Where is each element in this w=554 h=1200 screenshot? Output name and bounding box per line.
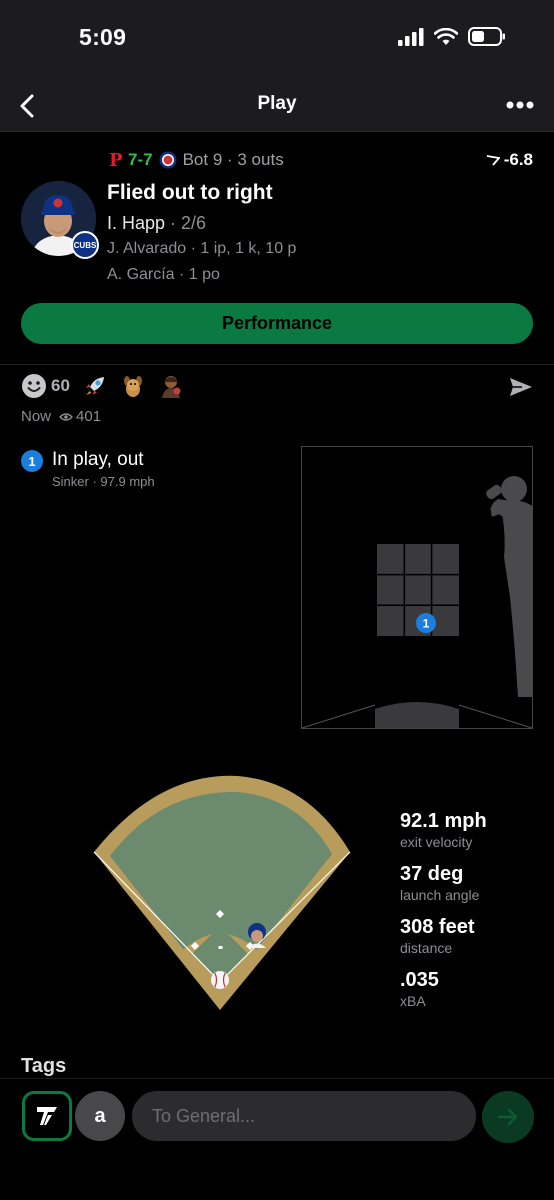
stat-value: 308 feet	[400, 916, 475, 938]
reaction-smile[interactable]: 60	[21, 373, 70, 399]
stat-label: xBA	[400, 993, 426, 1009]
stat-label: launch angle	[400, 887, 480, 903]
message-input[interactable]	[132, 1091, 476, 1141]
team-badge: CUBS	[71, 231, 99, 259]
stat-value: 92.1 mph	[400, 810, 487, 832]
eye-icon	[59, 412, 74, 421]
app-logo-button[interactable]	[22, 1091, 72, 1141]
svg-text:1: 1	[423, 617, 430, 631]
pitch-detail: Sinker · 97.9 mph	[52, 474, 155, 489]
status-time: 5:09	[79, 24, 127, 50]
post-meta: Now 401	[21, 408, 101, 425]
batter-line: I. Happ · 2/6	[107, 213, 206, 234]
pitch-marker: 1	[416, 613, 436, 633]
pitch-number-badge: 1	[21, 450, 43, 472]
reaction-rocket[interactable]	[82, 373, 108, 399]
stat-value: 37 deg	[400, 863, 464, 885]
stat-xba: .035 xBA	[400, 969, 439, 1009]
pitch-result: In play, out	[52, 449, 144, 470]
ellipsis-icon[interactable]	[506, 100, 534, 110]
strike-zone-panel[interactable]: 1	[301, 446, 534, 729]
inning-status: Bot 9 · 3 outs	[182, 150, 284, 169]
performance-button[interactable]: Performance	[21, 303, 533, 344]
reaction-dog[interactable]	[120, 373, 146, 399]
app-logo-icon	[37, 1107, 57, 1125]
send-button[interactable]	[482, 1091, 534, 1143]
fielder-line: A. García · 1 po	[107, 266, 220, 283]
status-bar: 5:09	[0, 0, 554, 80]
cellular-signal-icon	[398, 27, 424, 46]
strike-zone-graphic: 1	[301, 476, 534, 729]
reactions-bar: 60	[21, 373, 184, 399]
page-title: Play	[257, 93, 297, 114]
user-avatar-button[interactable]: a	[75, 1091, 125, 1141]
phillies-logo-icon: P	[109, 151, 122, 169]
divider	[0, 364, 554, 365]
stat-value: .035	[400, 969, 439, 991]
win-probability: -6.8	[486, 150, 533, 170]
view-count: 401	[59, 408, 101, 425]
svg-text:P: P	[109, 151, 122, 169]
post-time: Now	[21, 408, 52, 425]
battery-icon	[468, 27, 505, 46]
batter-silhouette-icon	[486, 476, 534, 697]
tags-header: Tags	[21, 1055, 67, 1077]
stat-distance: 308 feet distance	[400, 916, 475, 956]
reaction-count: 60	[51, 376, 70, 395]
smile-emoji-icon	[22, 374, 46, 398]
status-icons	[398, 27, 506, 46]
spray-chart	[88, 768, 356, 1013]
play-title: Flied out to right	[107, 181, 273, 204]
baseball-field-graphic	[93, 775, 351, 1010]
nav-bar: Play	[0, 80, 554, 132]
rocket-emoji-icon	[85, 377, 104, 395]
message-composer: a	[0, 1078, 554, 1200]
pitcher-line: J. Alvarado · 1 ip, 1 k, 10 p	[107, 240, 297, 257]
dog-emoji-icon	[123, 376, 142, 397]
stat-label: distance	[400, 940, 453, 956]
view-count-value: 401	[76, 408, 102, 425]
wifi-icon	[434, 27, 458, 45]
arrow-right-icon	[497, 1108, 518, 1126]
stat-exit-velocity: 92.1 mph exit velocity	[400, 810, 487, 850]
reaction-person[interactable]	[158, 373, 184, 399]
batter-stats: · 2/6	[165, 213, 207, 233]
stat-launch-angle: 37 deg launch angle	[400, 863, 479, 903]
cubs-logo-icon	[159, 151, 177, 169]
batter-name: I. Happ	[107, 213, 166, 233]
game-score-line[interactable]: P 7-7 Bot 9 · 3 outs	[108, 150, 284, 170]
baseball-icon	[211, 971, 229, 989]
game-score: 7-7	[128, 150, 153, 169]
win-probability-icon	[486, 155, 500, 166]
stat-label: exit velocity	[400, 834, 473, 850]
win-probability-value: -6.8	[503, 150, 533, 169]
share-send-icon[interactable]	[508, 376, 534, 398]
person-emoji-icon	[161, 376, 181, 398]
home-plate-graphic	[301, 702, 533, 729]
